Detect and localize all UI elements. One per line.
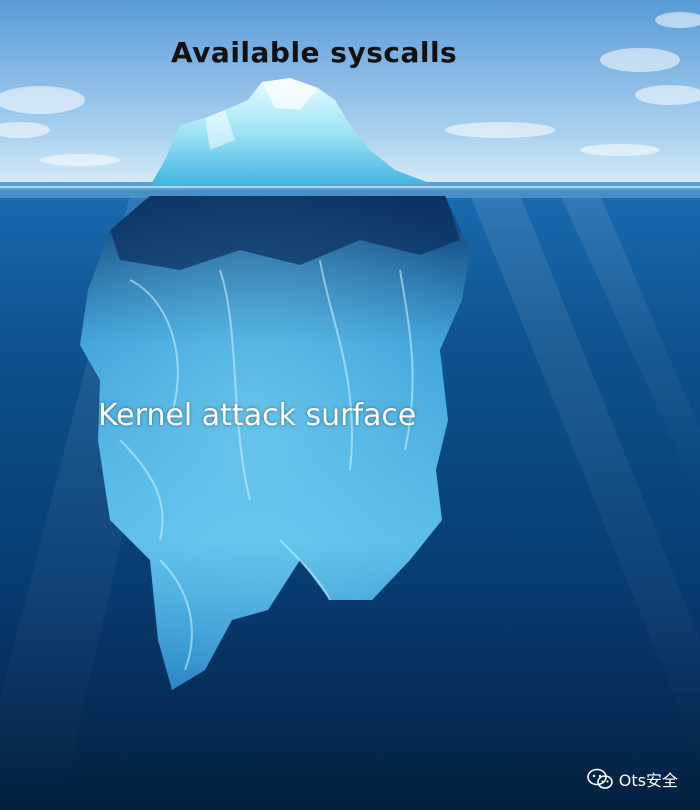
iceberg-scene: Available syscalls Kernel attack surface…: [0, 0, 700, 810]
watermark-text: Ots安全: [618, 771, 678, 790]
kernel-attack-surface-label: Kernel attack surface: [98, 398, 417, 433]
watermark: Ots安全: [586, 768, 678, 790]
available-syscalls-label: Available syscalls: [171, 36, 458, 69]
wechat-icon: [586, 768, 613, 789]
